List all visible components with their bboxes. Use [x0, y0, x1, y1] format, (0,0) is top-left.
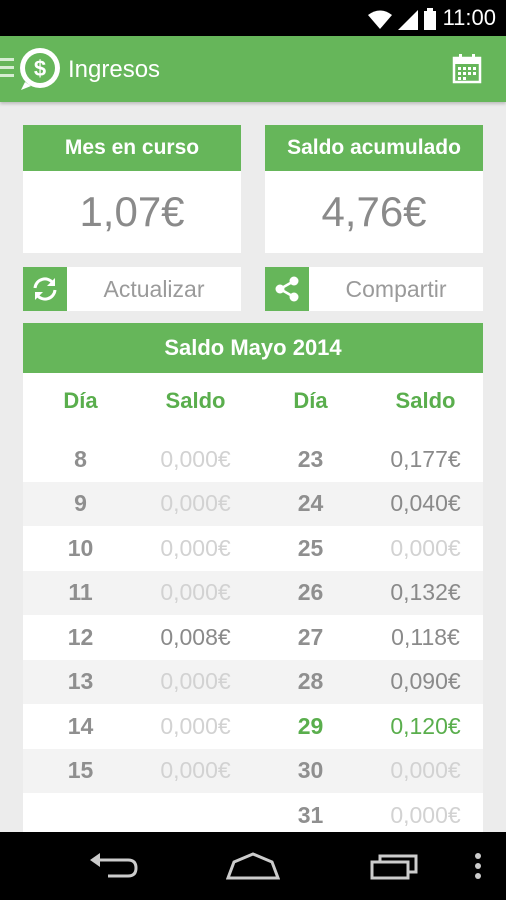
table-row: 9 0,000€ 24 0,040€: [23, 481, 483, 526]
table-row: 11 0,000€ 26 0,132€: [23, 570, 483, 615]
svg-text:$: $: [34, 56, 46, 81]
signal-icon: [398, 10, 418, 30]
day-cell: 10: [67, 534, 94, 561]
balance-cell: 0,000€: [160, 712, 231, 739]
accumulated-balance-label: Saldo acumulado: [265, 125, 483, 171]
balance-cell: 0,000€: [160, 579, 231, 606]
app-title: Ingresos: [68, 56, 161, 83]
table-title: Saldo Mayo 2014: [23, 323, 483, 373]
navigation-bar: [0, 832, 506, 900]
status-icons: [368, 6, 436, 30]
update-button-label: Actualizar: [103, 275, 205, 302]
day-cell: 27: [297, 623, 324, 650]
balance-cell: 0,000€: [160, 445, 231, 472]
day-cell: 15: [67, 757, 94, 784]
share-button-label: Compartir: [345, 275, 447, 302]
refresh-icon: [23, 267, 67, 311]
day-cell: 30: [297, 757, 324, 784]
balance-cell: 0,000€: [160, 534, 231, 561]
day-cell: 23: [297, 445, 324, 472]
status-bar: 11:00: [0, 0, 506, 36]
balance-cell: 0,000€: [390, 801, 461, 828]
home-icon[interactable]: [226, 852, 280, 880]
day-cell: 26: [297, 579, 324, 606]
balance-cell: 0,000€: [390, 757, 461, 784]
update-button[interactable]: Actualizar: [23, 267, 241, 311]
share-icon: [265, 267, 309, 311]
status-time: 11:00: [442, 5, 496, 30]
day-cell: 28: [297, 668, 324, 695]
day-cell: 31: [297, 801, 324, 828]
balance-cell: 0,090€: [390, 668, 461, 695]
day-cell: 25: [297, 534, 324, 561]
balance-cell: 0,000€: [390, 534, 461, 561]
day-cell: 9: [74, 490, 87, 517]
day-cell: 24: [297, 490, 324, 517]
balance-cell: 0,000€: [160, 757, 231, 784]
balance-cell: 0,008€: [160, 623, 231, 650]
balance-cell: 0,040€: [390, 490, 461, 517]
column-header-day: Día: [63, 388, 98, 413]
balance-cell-current: 0,120€: [390, 712, 461, 739]
day-cell: 11: [68, 579, 93, 606]
table-row: 10 0,000€ 25 0,000€: [23, 526, 483, 571]
table-row: 14 0,000€ 29 0,120€: [23, 704, 483, 749]
accumulated-balance-value: 4,76€: [321, 188, 427, 235]
share-button[interactable]: Compartir: [265, 267, 483, 311]
recents-icon[interactable]: [370, 852, 420, 880]
back-icon[interactable]: [88, 852, 138, 880]
action-bar: $ Ingresos: [0, 36, 506, 102]
battery-icon: [424, 8, 436, 30]
month-balance-value: 1,07€: [79, 188, 185, 235]
calendar-icon[interactable]: [452, 54, 482, 84]
balance-cell: 0,000€: [160, 668, 231, 695]
balance-table: Saldo Mayo 2014 Día Saldo Día Saldo 8 0,0…: [23, 323, 483, 832]
column-header-balance: Saldo: [395, 388, 456, 413]
day-cell: 13: [67, 668, 94, 695]
table-row: 31 0,000€: [23, 793, 483, 832]
month-balance-label: Mes en curso: [23, 125, 241, 171]
day-cell: 12: [67, 623, 94, 650]
table-body: 8 0,000€ 23 0,177€ 9 0,000€ 24 0,040€ 10 0,000€…: [23, 429, 483, 832]
day-cell: 8: [74, 445, 87, 472]
balance-cell: 0,132€: [390, 579, 461, 606]
balance-cell: 0,118€: [391, 623, 460, 650]
wifi-icon: [368, 10, 392, 29]
table-row: 13 0,000€ 28 0,090€: [23, 659, 483, 704]
column-header-balance: Saldo: [165, 388, 226, 413]
balance-cell: 0,000€: [160, 490, 231, 517]
balance-cell: 0,177€: [390, 445, 461, 472]
accumulated-balance-card: Saldo acumulado 4,76€: [265, 125, 483, 253]
overflow-menu-icon[interactable]: [474, 852, 482, 880]
dollar-logo-icon[interactable]: $: [17, 46, 63, 92]
day-cell: 14: [67, 712, 94, 739]
day-cell-current: 29: [297, 712, 324, 739]
table-row: 15 0,000€ 30 0,000€: [23, 748, 483, 793]
table-row: 12 0,008€ 27 0,118€: [23, 615, 483, 660]
table-header-row: Día Saldo Día Saldo: [23, 373, 483, 429]
drawer-indicator-icon[interactable]: [0, 58, 14, 78]
month-balance-card: Mes en curso 1,07€: [23, 125, 241, 253]
table-row: 8 0,000€ 23 0,177€: [23, 437, 483, 482]
column-header-day: Día: [293, 388, 328, 413]
